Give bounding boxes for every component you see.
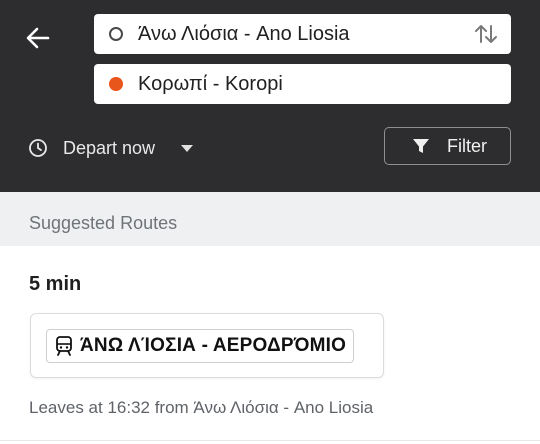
train-icon: [56, 336, 72, 356]
origin-dot-icon: [109, 27, 123, 41]
route-card[interactable]: ΆΝΩ ΛΊΟΣΙΑ - ΑΕΡΟΔΡΌΜΙΟ: [30, 313, 384, 378]
route-duration: 5 min: [29, 273, 82, 295]
filter-button[interactable]: Filter: [384, 127, 511, 165]
departure-info: Leaves at 16:32 from Άνω Λιόσια - Ano Li…: [29, 398, 374, 417]
filter-label: Filter: [447, 135, 487, 156]
suggested-routes-header: Suggested Routes: [0, 192, 540, 246]
depart-time-selector[interactable]: Depart now: [28, 136, 194, 160]
destination-text: Κορωπί - Koropi: [138, 73, 283, 95]
destination-dot-icon: [109, 77, 123, 91]
divider: [0, 440, 540, 441]
search-header: Άνω Λιόσια - Ano Liosia Κορωπί - Koropi …: [0, 0, 540, 192]
caret-down-icon: [181, 144, 194, 152]
back-arrow-icon[interactable]: [22, 22, 54, 54]
swap-vertical-icon[interactable]: [473, 22, 499, 46]
depart-label: Depart now: [63, 137, 156, 158]
clock-icon: [29, 139, 47, 157]
origin-text: Άνω Λιόσια - Ano Liosia: [138, 23, 350, 45]
section-title: Suggested Routes: [29, 213, 178, 233]
destination-field[interactable]: Κορωπί - Koropi: [94, 64, 511, 104]
origin-field[interactable]: Άνω Λιόσια - Ano Liosia: [94, 14, 511, 54]
line-chip: ΆΝΩ ΛΊΟΣΙΑ - ΑΕΡΟΔΡΌΜΙΟ: [46, 329, 355, 363]
line-name: ΆΝΩ ΛΊΟΣΙΑ - ΑΕΡΟΔΡΌΜΙΟ: [80, 335, 347, 356]
funnel-icon: [413, 139, 429, 153]
